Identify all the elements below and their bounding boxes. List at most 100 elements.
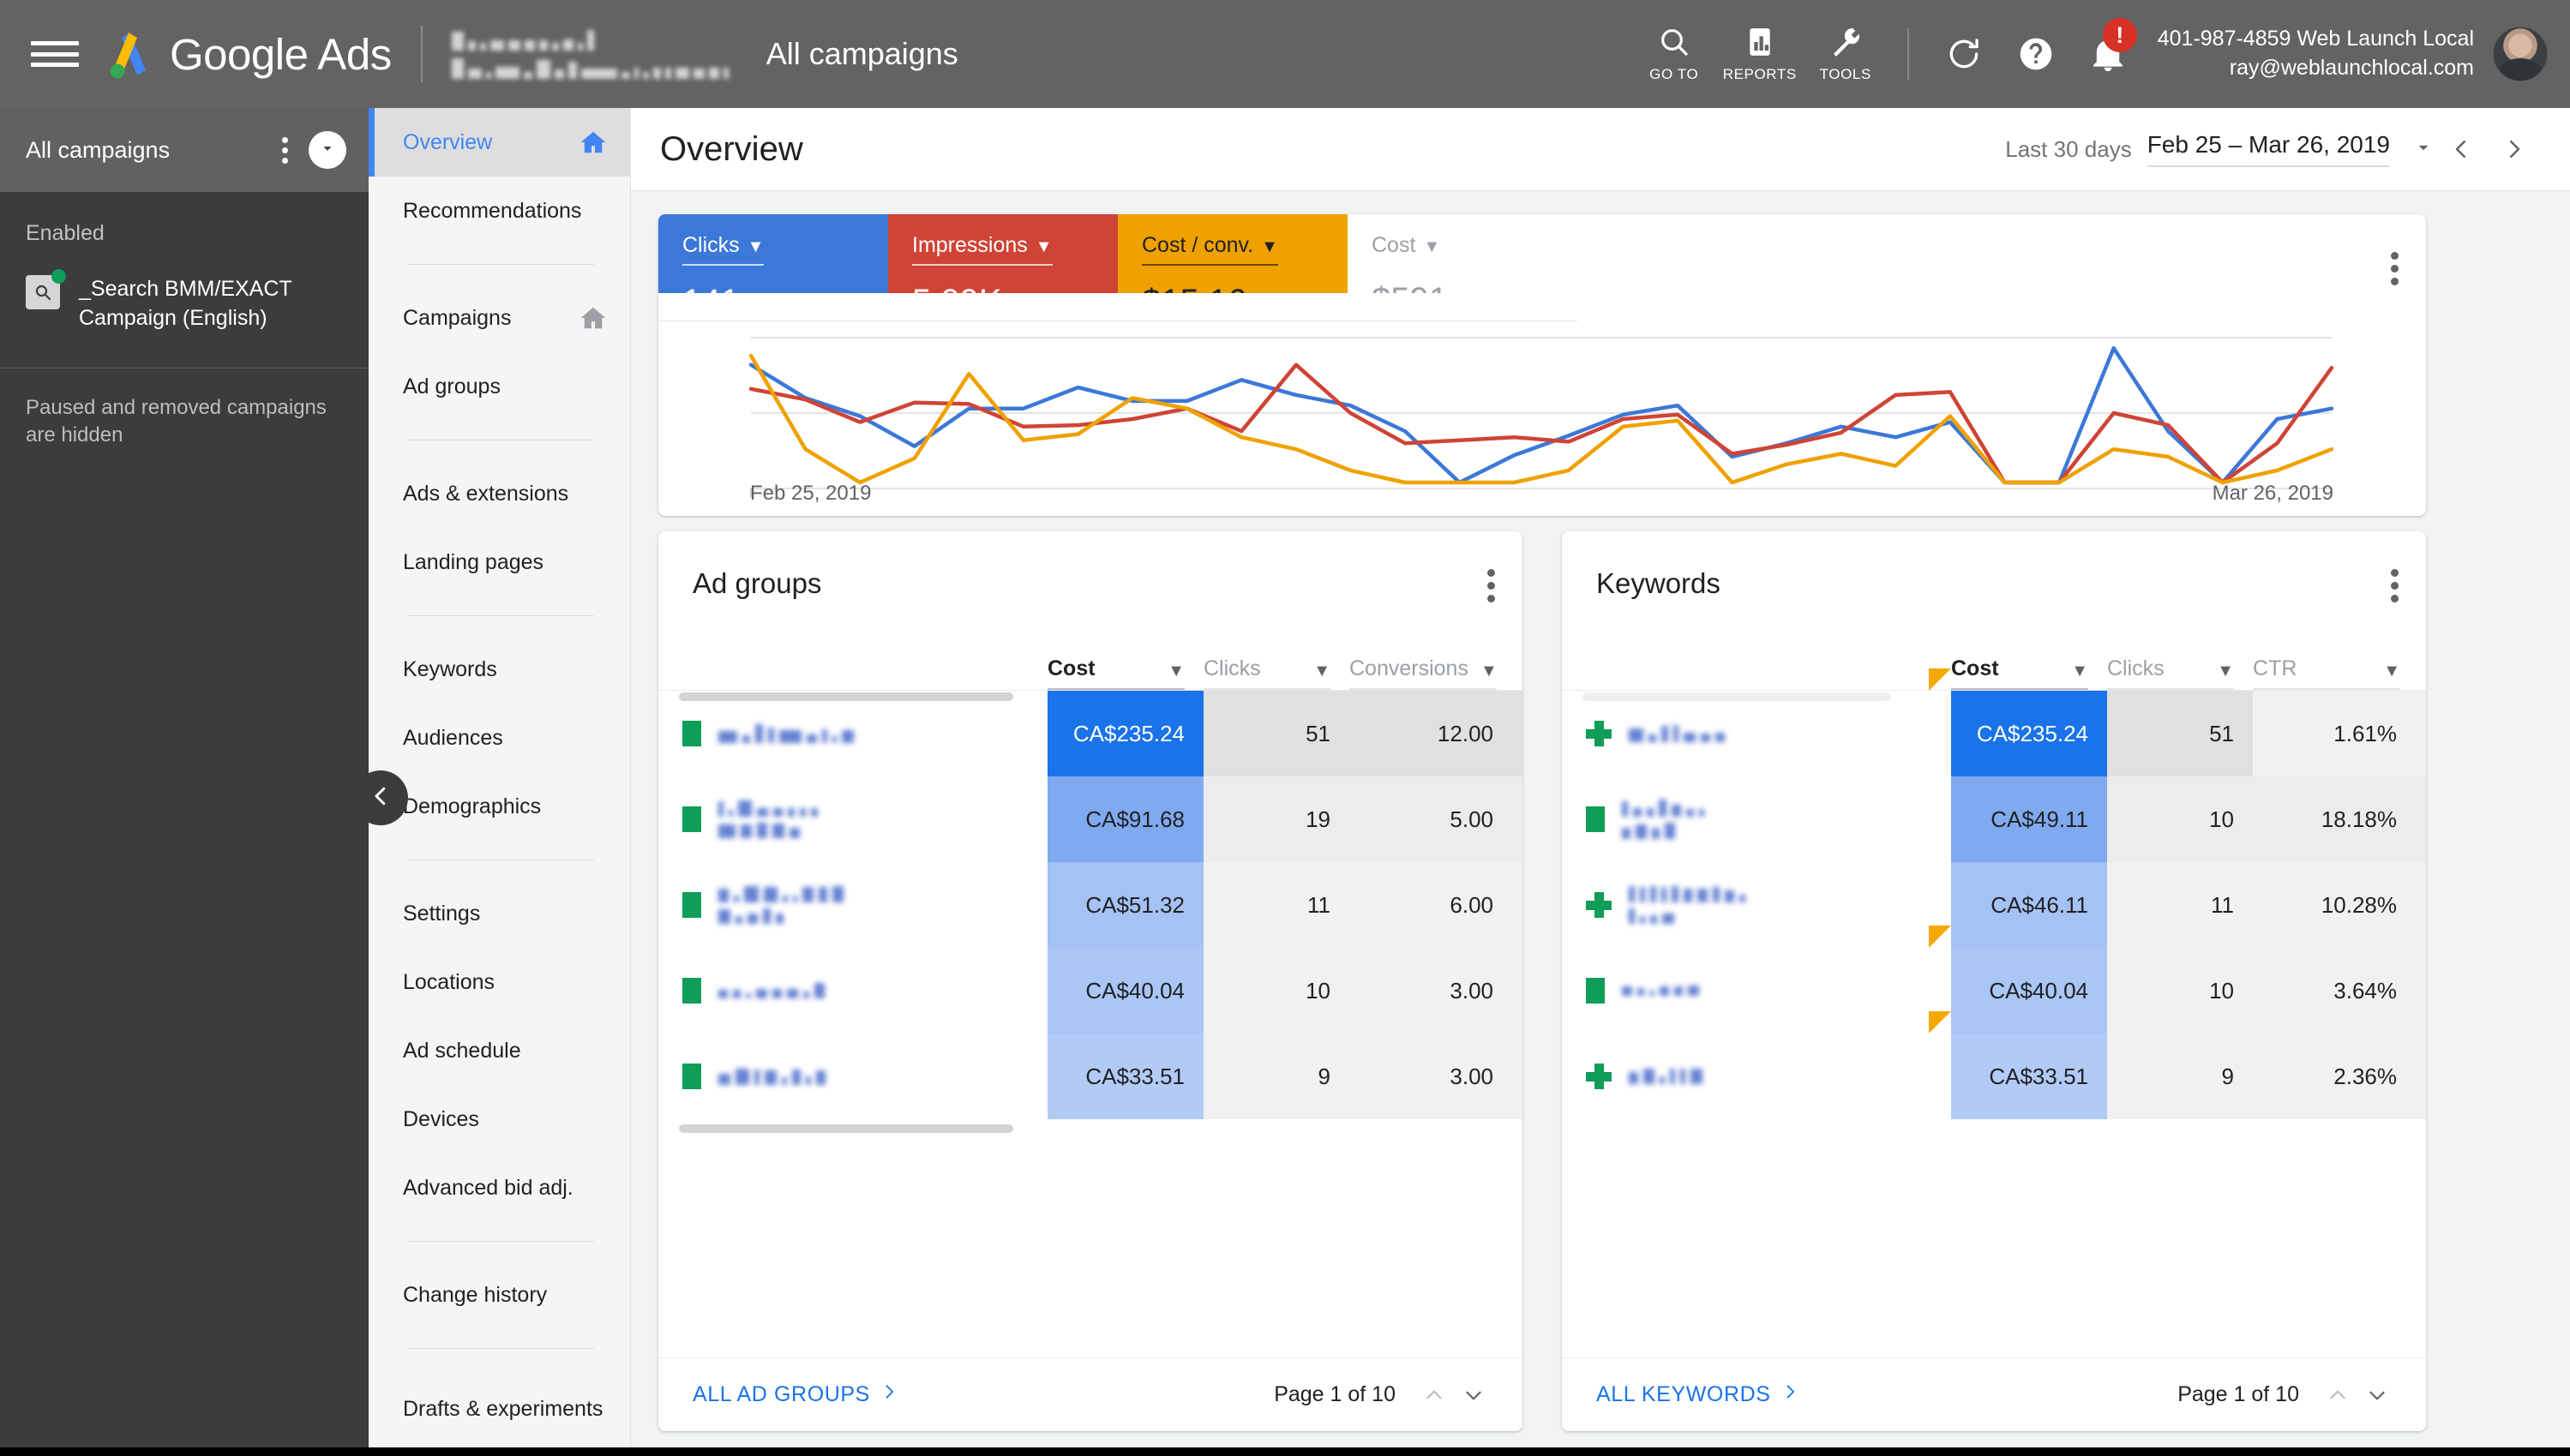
metric-name-impressions[interactable]: Impressions▼ (912, 233, 1053, 266)
sidebar-item-ads-extensions[interactable]: Ads & extensions (369, 459, 630, 528)
column-header-conversions[interactable]: Conversions▼ (1349, 656, 1497, 690)
page-label: Page 1 of 10 (1274, 1382, 1396, 1407)
date-prev-button[interactable] (2435, 136, 2488, 162)
page-prev-button[interactable] (2318, 1384, 2357, 1406)
refresh-icon[interactable] (1928, 35, 2000, 73)
campaign-selector-expand-button[interactable] (309, 131, 346, 169)
keywords-more-options-icon[interactable] (2386, 564, 2404, 608)
chart-x-start-label: Feb 25, 2019 (750, 482, 871, 506)
bid-warning-triangle-icon (1929, 668, 1951, 691)
chevron-down-icon: ▼ (1423, 237, 1440, 256)
ad-groups-more-options-icon[interactable] (1482, 564, 1500, 608)
page-next-button[interactable] (2357, 1384, 2397, 1406)
sidebar-item-campaigns[interactable]: Campaigns (369, 284, 630, 352)
sidebar-item-locations[interactable]: Locations (369, 948, 630, 1016)
keyword-name-cell (1562, 691, 1951, 776)
horizontal-scroll-thumb[interactable] (1582, 692, 1891, 701)
more-options-icon[interactable] (275, 130, 295, 171)
go-to-label: GO TO (1649, 66, 1698, 83)
google-ads-logo[interactable]: Google Ads (103, 27, 392, 81)
campaign-list-item[interactable]: _Search BMM/EXACT Campaign (English) (0, 246, 369, 368)
redacted-ad-group-name (718, 724, 854, 743)
search-campaign-icon (26, 275, 60, 309)
sidebar-item-drafts-experiments[interactable]: Drafts & experiments (369, 1368, 630, 1450)
keyword-name-cell (1562, 948, 1951, 1034)
table-row[interactable]: CA$33.51 9 2.36% (1562, 1034, 2426, 1119)
metric-cards-strip: Clicks▼ 141 Impressions▼ 5.09K Cost / co… (658, 214, 2426, 321)
column-header-clicks[interactable]: Clicks▼ (2107, 656, 2234, 690)
sidebar-item-landing-pages[interactable]: Landing pages (369, 528, 630, 596)
date-next-button[interactable] (2488, 136, 2541, 162)
notifications-button[interactable]: ! (2072, 35, 2144, 73)
page-label: Page 1 of 10 (2177, 1382, 2299, 1407)
table-row[interactable]: CA$51.32 11 6.00 (658, 862, 1522, 948)
sidebar-item-devices[interactable]: Devices (369, 1085, 630, 1153)
table-row[interactable]: CA$235.24 51 1.61% (1562, 691, 2426, 776)
sidebar-item-change-history[interactable]: Change history (369, 1261, 630, 1329)
sidebar-item-recommendations[interactable]: Recommendations (369, 177, 630, 245)
table-row[interactable]: CA$33.51 9 3.00 (658, 1034, 1522, 1119)
redacted-ad-group-name (718, 800, 818, 838)
chevron-right-icon (880, 1381, 898, 1408)
horizontal-scroll-thumb-bottom[interactable] (679, 1124, 1013, 1133)
sidebar-item-label: Advanced bid adj. (403, 1176, 573, 1201)
ad-group-name-cell (658, 862, 1048, 948)
page-prev-button[interactable] (1414, 1384, 1454, 1406)
table-row[interactable]: CA$49.11 10 18.18% (1562, 776, 2426, 862)
sidebar-item-label: Keywords (403, 657, 497, 682)
date-range-value[interactable]: Feb 25 – Mar 26, 2019 (2147, 131, 2390, 167)
sidebar-collapse-button[interactable] (353, 770, 408, 825)
conversions-cell: 3.00 (1349, 1034, 1522, 1119)
home-icon (579, 129, 608, 155)
tools-wrench-icon (1828, 25, 1863, 63)
table-row[interactable]: CA$91.68 19 5.00 (658, 776, 1522, 862)
sidebar-item-advanced-bid-adj[interactable]: Advanced bid adj. (369, 1153, 630, 1222)
reports-bar-chart-icon (1743, 25, 1777, 63)
metric-name-cost-per-conv[interactable]: Cost / conv.▼ (1142, 233, 1278, 266)
column-header-ctr[interactable]: CTR▼ (2253, 656, 2400, 690)
account-info[interactable]: 401-987-4859 Web Launch Local ray@weblau… (2158, 25, 2474, 83)
chart-series-impressions (751, 365, 2332, 482)
column-header-cost[interactable]: Cost▼ (1048, 656, 1185, 690)
sidebar-item-settings[interactable]: Settings (369, 879, 630, 948)
metric-name-cost[interactable]: Cost▼ (1372, 233, 1440, 264)
reports-button[interactable]: REPORTS (1717, 25, 1803, 83)
help-question-icon[interactable] (2000, 35, 2072, 73)
home-icon (579, 305, 608, 331)
all-ad-groups-link[interactable]: ALL AD GROUPS (693, 1381, 898, 1408)
clicks-cell: 19 (1204, 776, 1349, 862)
table-row[interactable]: CA$235.24 51 12.00 (658, 691, 1522, 776)
sidebar-item-ad-groups[interactable]: Ad groups (369, 352, 630, 421)
sidebar-item-demographics[interactable]: Demographics (369, 772, 630, 841)
metric-card-clicks[interactable]: Clicks▼ 141 (658, 214, 888, 293)
metric-card-cost[interactable]: Cost▼ $591 (1348, 214, 1577, 293)
chart-more-options-icon[interactable] (2386, 247, 2404, 291)
page-next-button[interactable] (1454, 1384, 1493, 1406)
metric-name-clicks[interactable]: Clicks▼ (682, 233, 764, 266)
metric-card-cost-per-conv[interactable]: Cost / conv.▼ $15.16 (1118, 214, 1348, 293)
clicks-cell: 11 (2107, 862, 2253, 948)
table-row[interactable]: CA$40.04 10 3.00 (658, 948, 1522, 1034)
column-header-clicks[interactable]: Clicks▼ (1204, 656, 1330, 690)
status-badge (682, 1064, 701, 1089)
go-to-button[interactable]: GO TO (1631, 25, 1717, 83)
sidebar-item-keywords[interactable]: Keywords (369, 635, 630, 704)
hamburger-menu-icon[interactable] (31, 35, 79, 73)
ctr-cell: 1.61% (2253, 691, 2426, 776)
sidebar-item-ad-schedule[interactable]: Ad schedule (369, 1016, 630, 1085)
table-row[interactable]: CA$46.11 11 10.28% (1562, 862, 2426, 948)
sidebar-item-label: Audiences (403, 726, 503, 751)
cost-cell: CA$40.04 (1951, 948, 2107, 1034)
tools-button[interactable]: TOOLS (1803, 25, 1888, 83)
campaign-name: _Search BMM/EXACT Campaign (English) (79, 275, 343, 333)
sidebar-item-overview[interactable]: Overview (369, 108, 630, 177)
all-keywords-link[interactable]: ALL KEYWORDS (1596, 1381, 1798, 1408)
ad-group-name-cell (658, 1034, 1048, 1119)
column-header-cost[interactable]: Cost▼ (1951, 656, 2088, 690)
avatar[interactable] (2493, 27, 2548, 81)
sidebar-item-audiences[interactable]: Audiences (369, 704, 630, 772)
horizontal-scroll-thumb[interactable] (679, 692, 1013, 701)
chevron-down-icon[interactable] (2412, 136, 2435, 163)
metric-card-impressions[interactable]: Impressions▼ 5.09K (888, 214, 1118, 293)
table-row[interactable]: CA$40.04 10 3.64% (1562, 948, 2426, 1034)
